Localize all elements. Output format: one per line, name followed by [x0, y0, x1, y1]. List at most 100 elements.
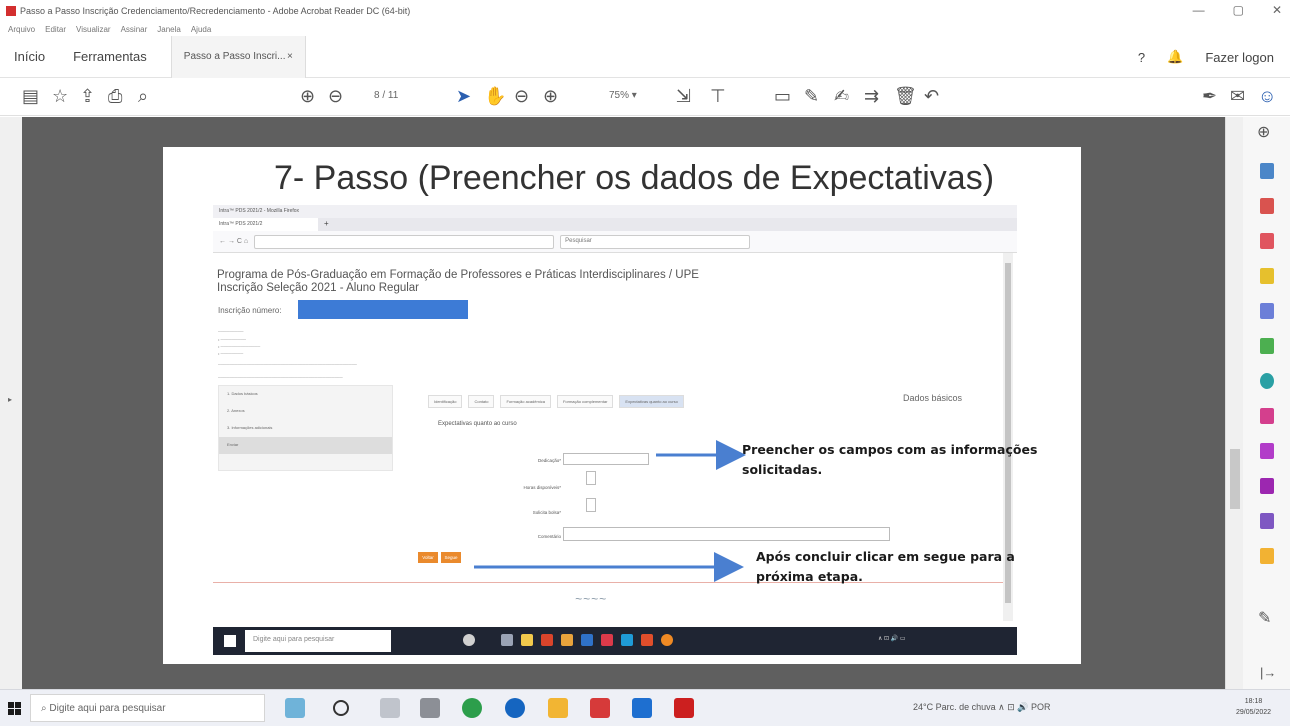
main-toolbar: ▤ ☆ ⇪ ⎙ ⌕ ⊕ ⊖ 8 / 11 ➤ ✋ ⊖ ⊕ 75% ▾ ⇲ ⊤ ▭…: [0, 78, 1290, 116]
close-button[interactable]: ✕: [1272, 3, 1282, 17]
share-icon[interactable]: ⇉: [864, 86, 879, 106]
page-down-icon[interactable]: ⊖: [328, 86, 343, 106]
fine-print-line: • ──────────────: [218, 344, 261, 349]
clock-date: 29/05/2022: [1236, 709, 1272, 716]
undo-icon[interactable]: ↶: [924, 86, 939, 106]
embedded-search-placeholder: Pesquisar: [565, 237, 592, 244]
fill-sign-icon[interactable]: [1260, 338, 1274, 354]
comment-icon[interactable]: ▭: [774, 86, 791, 106]
scrollbar-thumb[interactable]: [1230, 449, 1240, 509]
hand-tool-icon[interactable]: ✋: [484, 86, 506, 106]
embedded-app-icon: [561, 634, 573, 646]
help-icon[interactable]: ?: [1138, 50, 1145, 65]
zoom-level[interactable]: 75% ▾: [609, 90, 637, 101]
login-link[interactable]: Fazer logon: [1205, 50, 1274, 65]
menu-window[interactable]: Janela: [157, 25, 181, 34]
edit-pdf-icon[interactable]: [1260, 233, 1274, 249]
request-signature-icon[interactable]: [1260, 408, 1274, 424]
bookmark-star-icon[interactable]: ☆: [52, 86, 68, 106]
mail-icon[interactable]: ✉: [1230, 86, 1245, 106]
form-tab: Contato: [468, 395, 495, 408]
embedded-taskbar: Digite aqui para pesquisar ∧ ⊡ 🔊 ▭: [213, 627, 1017, 655]
stamp-icon[interactable]: ⊤: [710, 86, 726, 106]
protect-icon[interactable]: [1260, 373, 1274, 389]
annotation-after-done: Após concluir clicar em segue para a pró…: [756, 549, 1015, 584]
export-pdf-icon[interactable]: [1260, 163, 1274, 179]
embedded-urlbar: ← → C ⌂ Pesquisar: [213, 231, 1017, 253]
acrobat-taskbar-icon[interactable]: [674, 698, 694, 718]
menu-sign[interactable]: Assinar: [121, 25, 148, 34]
opera-icon[interactable]: [590, 698, 610, 718]
taskbar-search-input[interactable]: ⌕ Digite aqui para pesquisar: [30, 694, 265, 722]
create-form-icon[interactable]: [1260, 443, 1274, 459]
collapse-panel-icon[interactable]: |→: [1260, 663, 1276, 683]
menu-file[interactable]: Arquivo: [8, 25, 35, 34]
step-item: Enviar: [219, 437, 392, 454]
menu-edit[interactable]: Editar: [45, 25, 66, 34]
embedded-nav-icons: ← → C ⌂: [219, 238, 249, 245]
print-icon[interactable]: ⎙: [108, 86, 122, 106]
combine-files-icon[interactable]: [1260, 303, 1274, 319]
outlook-icon[interactable]: [632, 698, 652, 718]
tab-tools[interactable]: Ferramentas: [59, 49, 161, 64]
bell-icon[interactable]: 🔔: [1167, 49, 1183, 65]
embedded-cortana-icon: [463, 634, 475, 646]
select-dedicacao: [563, 453, 649, 465]
maximize-button[interactable]: ▢: [1233, 3, 1244, 17]
pen-icon[interactable]: ✎: [804, 86, 819, 106]
window-controls: — ▢ ✕: [1193, 3, 1282, 17]
right-tools-panel: ⊕ ✎ |→: [1243, 117, 1290, 689]
compress-pdf-icon[interactable]: [1260, 478, 1274, 494]
chrome-icon[interactable]: [462, 698, 482, 718]
embedded-next-button: Segue: [441, 552, 461, 563]
document-scrollbar[interactable]: [1225, 117, 1243, 689]
search-icon[interactable]: ⌕: [138, 86, 148, 106]
minimize-button[interactable]: —: [1193, 3, 1205, 17]
comment-tool-icon[interactable]: [1260, 268, 1274, 284]
windows-start-icon[interactable]: [8, 702, 22, 716]
fit-page-icon[interactable]: ⇲: [676, 86, 691, 106]
label-comentario: Comentário: [537, 534, 561, 539]
language-indicator[interactable]: POR: [1031, 702, 1051, 712]
highlight-icon[interactable]: ✍: [834, 86, 849, 106]
weather-news-icon[interactable]: [285, 698, 305, 718]
page-indicator[interactable]: 8 / 11: [374, 90, 398, 101]
zoom-in-icon[interactable]: ⊕: [543, 86, 558, 106]
sign-icon[interactable]: ✒: [1202, 86, 1217, 106]
send-for-review-icon[interactable]: [1260, 548, 1274, 564]
form-tab: Formação acadêmica: [500, 395, 551, 408]
embedded-search-box: Pesquisar: [560, 234, 751, 249]
task-view-icon[interactable]: [380, 698, 400, 718]
zoom-icon[interactable]: ⊕: [1257, 123, 1270, 143]
tab-home[interactable]: Início: [0, 49, 59, 64]
form-title: Expectativas quanto ao curso: [438, 421, 517, 427]
upload-cloud-icon[interactable]: ⇪: [80, 86, 95, 106]
tray-icons[interactable]: ∧ ⊡ 🔊: [998, 702, 1031, 712]
page-current[interactable]: 8: [374, 90, 380, 101]
tab-document[interactable]: Passo a Passo Inscri... ×: [170, 35, 306, 78]
taskbar-clock[interactable]: 18:18 29/05/2022: [1236, 696, 1271, 718]
account-icon[interactable]: ☺: [1258, 86, 1276, 106]
edge-icon[interactable]: [505, 698, 525, 718]
inscricao-label: Inscrição número:: [218, 306, 282, 315]
redact-icon[interactable]: [1260, 513, 1274, 529]
cortana-icon[interactable]: [333, 700, 349, 716]
select-cursor-icon[interactable]: ➤: [456, 86, 471, 106]
label-bolsa: Solicita bolsa*: [532, 510, 561, 515]
expand-left-panel-icon[interactable]: ▸: [8, 395, 12, 404]
settings-icon[interactable]: [420, 698, 440, 718]
embedded-back-button: Voltar: [418, 552, 438, 563]
page-up-icon[interactable]: ⊕: [300, 86, 315, 106]
menu-help[interactable]: Ajuda: [191, 25, 211, 34]
organize-pages-icon[interactable]: [1260, 198, 1274, 214]
weather-text[interactable]: 24°C Parc. de chuva: [913, 702, 996, 712]
delete-icon[interactable]: 🗑: [894, 86, 917, 106]
create-pdf-icon[interactable]: ▤: [22, 86, 39, 106]
zoom-out-icon[interactable]: ⊖: [514, 86, 529, 106]
tab-close-icon[interactable]: ×: [287, 51, 293, 62]
embedded-app-icon: [541, 634, 553, 646]
file-explorer-icon[interactable]: [548, 698, 568, 718]
menu-view[interactable]: Visualizar: [76, 25, 111, 34]
more-tools-icon[interactable]: ✎: [1258, 609, 1271, 629]
select-bolsa: [586, 498, 596, 512]
